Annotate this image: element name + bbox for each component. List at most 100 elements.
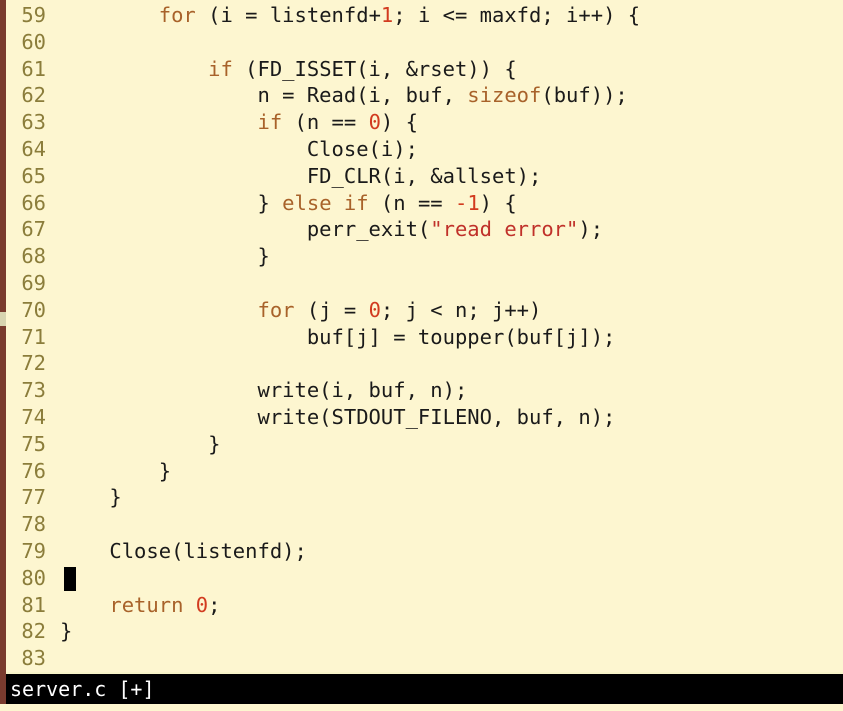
code-line[interactable]: 82}	[6, 618, 843, 645]
code-line[interactable]: 74 write(STDOUT_FILENO, buf, n);	[6, 404, 843, 431]
code-token: }	[60, 244, 270, 269]
number-token: -1	[454, 190, 480, 215]
code-line[interactable]: 79 Close(listenfd);	[6, 538, 843, 565]
line-source[interactable]: perr_exit("read error");	[46, 216, 603, 243]
code-token: write(STDOUT_FILENO, buf, n);	[60, 404, 616, 429]
line-source[interactable]: for (j = 0; j < n; j++)	[46, 297, 541, 324]
line-source[interactable]: if (n == 0) {	[46, 109, 418, 136]
line-number: 78	[21, 512, 46, 537]
keyword-token: for	[257, 297, 295, 322]
line-number: 59	[21, 3, 46, 27]
line-source[interactable]: }	[46, 484, 122, 511]
code-token: ) {	[380, 110, 418, 135]
line-source[interactable]: FD_CLR(i, &allset);	[46, 163, 542, 190]
code-line[interactable]: 75 }	[6, 431, 843, 458]
status-modified-flag: [+]	[118, 677, 155, 701]
line-number: 83	[21, 646, 46, 671]
code-line[interactable]: 73 write(i, buf, n);	[6, 377, 843, 404]
code-line[interactable]: 71 buf[j] = toupper(buf[j]);	[6, 324, 843, 351]
code-token: (i = listenfd+	[195, 3, 381, 27]
code-line[interactable]: 61 if (FD_ISSET(i, &rset)) {	[6, 56, 843, 83]
code-line[interactable]: 59 for (i = listenfd+1; i <= maxfd; i++)…	[6, 2, 843, 29]
code-token: }	[60, 619, 73, 644]
code-line[interactable]: 77 }	[6, 484, 843, 511]
code-editor[interactable]: 59 for (i = listenfd+1; i <= maxfd; i++)…	[6, 0, 843, 672]
code-line[interactable]: 66 } else if (n == -1) {	[6, 190, 843, 217]
line-source[interactable]: for (i = listenfd+1; i <= maxfd; i++) {	[46, 2, 640, 29]
line-source[interactable]: Close(listenfd);	[46, 538, 307, 565]
number-token: 0	[195, 592, 209, 617]
number-token: 0	[368, 297, 381, 322]
code-line[interactable]: 76 }	[6, 458, 843, 485]
line-source[interactable]: }	[46, 431, 220, 458]
code-token: Close(listenfd);	[60, 538, 307, 563]
string-token: "read error"	[430, 217, 579, 242]
code-token: (FD_ISSET(i, &rset)) {	[232, 56, 517, 81]
keyword-token: if	[257, 110, 283, 135]
code-line[interactable]: 83	[6, 645, 843, 672]
number-token: 0	[368, 110, 381, 135]
line-number: 80	[21, 565, 46, 590]
code-token: (buf));	[541, 83, 628, 108]
keyword-token: if	[208, 56, 233, 81]
line-source[interactable]: Close(i);	[46, 136, 418, 163]
line-source[interactable]: write(i, buf, n);	[46, 377, 467, 404]
code-token: FD_CLR(i, &allset);	[60, 163, 542, 188]
line-source[interactable]: }	[46, 243, 270, 270]
line-number: 60	[21, 29, 46, 54]
line-source[interactable]: }	[46, 458, 171, 485]
code-token: ;	[208, 592, 221, 617]
code-token: ; j < n; j++)	[380, 297, 542, 322]
line-number: 70	[21, 297, 46, 322]
code-line[interactable]: 69	[6, 270, 843, 297]
code-line[interactable]: 72	[6, 350, 843, 377]
line-source[interactable]: if (FD_ISSET(i, &rset)) {	[46, 56, 517, 83]
line-source[interactable]: return 0;	[46, 592, 220, 619]
line-number: 82	[21, 619, 46, 644]
code-line[interactable]: 81 return 0;	[6, 592, 843, 619]
status-filename: server.c	[10, 677, 107, 701]
line-source[interactable]: write(STDOUT_FILENO, buf, n);	[46, 404, 615, 431]
code-line[interactable]: 60	[6, 29, 843, 56]
line-number: 64	[21, 136, 46, 161]
line-number: 65	[21, 163, 46, 188]
code-line[interactable]: 67 perr_exit("read error");	[6, 216, 843, 243]
code-token: }	[60, 431, 221, 456]
line-source[interactable]: n = Read(i, buf, sizeof(buf));	[46, 82, 628, 109]
line-number: 63	[21, 110, 46, 135]
line-number: 74	[21, 404, 46, 429]
line-number: 73	[21, 378, 46, 403]
code-line[interactable]: 78	[6, 511, 843, 538]
code-token: buf[j] = toupper(buf[j]);	[60, 324, 616, 349]
code-line[interactable]: 63 if (n == 0) {	[6, 109, 843, 136]
code-token: perr_exit(	[60, 217, 431, 242]
code-line[interactable]: 80	[6, 565, 843, 592]
line-number: 62	[21, 83, 46, 108]
line-number: 69	[21, 270, 46, 295]
code-token: (j =	[294, 297, 369, 322]
line-number: 76	[21, 458, 46, 483]
code-line[interactable]: 70 for (j = 0; j < n; j++)	[6, 297, 843, 324]
code-token: }	[60, 190, 283, 215]
line-number: 61	[21, 56, 46, 81]
line-source[interactable]: } else if (n == -1) {	[46, 190, 517, 217]
code-token: ) {	[479, 190, 517, 215]
code-lines[interactable]: 59 for (i = listenfd+1; i <= maxfd; i++)…	[6, 2, 843, 672]
status-bar: server.c [+]	[6, 674, 843, 704]
code-line[interactable]: 62 n = Read(i, buf, sizeof(buf));	[6, 82, 843, 109]
code-token: }	[60, 485, 122, 510]
line-source[interactable]: }	[46, 618, 72, 645]
text-cursor	[64, 567, 76, 591]
code-token: );	[578, 217, 604, 242]
line-number: 75	[21, 431, 46, 456]
line-source[interactable]: buf[j] = toupper(buf[j]);	[46, 324, 616, 351]
line-number: 66	[21, 190, 46, 215]
code-line[interactable]: 64 Close(i);	[6, 136, 843, 163]
code-line[interactable]: 65 FD_CLR(i, &allset);	[6, 163, 843, 190]
code-token: ; i <= maxfd; i++) {	[393, 3, 641, 27]
code-token: (n ==	[368, 190, 455, 215]
code-line[interactable]: 68 }	[6, 243, 843, 270]
